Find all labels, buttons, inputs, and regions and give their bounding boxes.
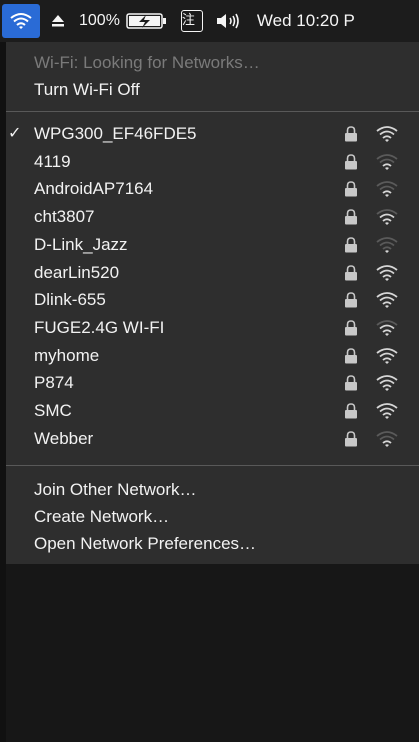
menu-separator bbox=[6, 111, 419, 112]
lock-icon bbox=[345, 153, 357, 170]
wifi-signal-icon bbox=[376, 292, 398, 309]
lock-icon bbox=[345, 320, 357, 336]
network-name: WPG300_EF46FDE5 bbox=[34, 124, 197, 143]
wifi-signal-icon bbox=[376, 347, 398, 364]
network-item[interactable]: 4119 bbox=[6, 148, 419, 175]
network-item[interactable]: myhome bbox=[6, 342, 419, 369]
lock-icon bbox=[345, 126, 357, 142]
lock-icon bbox=[345, 430, 357, 447]
network-name: dearLin520 bbox=[34, 262, 120, 282]
battery-charging-icon[interactable] bbox=[126, 12, 168, 30]
lock-icon bbox=[345, 375, 357, 391]
network-item[interactable]: dearLin520 bbox=[6, 259, 419, 286]
network-item[interactable]: FUGE2.4G WI-FI bbox=[6, 314, 419, 341]
open-network-preferences-item[interactable]: Open Network Preferences… bbox=[6, 530, 419, 557]
create-network-item[interactable]: Create Network… bbox=[6, 503, 419, 530]
turn-wifi-off-item[interactable]: Turn Wi-Fi Off bbox=[6, 76, 419, 103]
wifi-status-label: Wi-Fi: Looking for Networks… bbox=[34, 53, 260, 72]
wifi-signal-icon bbox=[376, 403, 398, 419]
network-item[interactable]: D-Link_Jazz bbox=[6, 231, 419, 258]
join-other-network-item[interactable]: Join Other Network… bbox=[6, 476, 419, 503]
network-name: SMC bbox=[34, 401, 72, 420]
lock-icon bbox=[345, 236, 357, 253]
wifi-signal-icon bbox=[376, 375, 398, 392]
wifi-dropdown-menu: Wi-Fi: Looking for Networks… Turn Wi-Fi … bbox=[6, 42, 419, 564]
network-name: AndroidAP7164 bbox=[34, 179, 154, 199]
wifi-signal-icon bbox=[376, 209, 398, 226]
wifi-signal-icon bbox=[376, 126, 398, 142]
clock[interactable]: Wed 10:20 P bbox=[257, 11, 355, 31]
wifi-signal-icon bbox=[376, 319, 398, 336]
network-name: Webber bbox=[34, 428, 94, 448]
lock-icon bbox=[345, 292, 357, 308]
network-name: cht3807 bbox=[34, 207, 95, 227]
checkmark-icon: ✓ bbox=[8, 125, 22, 142]
wifi-menu-extra[interactable] bbox=[2, 4, 40, 38]
lock-icon bbox=[345, 181, 357, 197]
lock-icon bbox=[345, 264, 357, 280]
turn-wifi-off-label: Turn Wi-Fi Off bbox=[34, 80, 140, 99]
network-name: D-Link_Jazz bbox=[34, 234, 128, 254]
network-item[interactable]: AndroidAP7164 bbox=[6, 175, 419, 202]
create-network-label: Create Network… bbox=[34, 507, 170, 526]
battery-percent: 100% bbox=[79, 12, 120, 29]
open-network-preferences-label: Open Network Preferences… bbox=[34, 534, 257, 553]
network-name: P874 bbox=[34, 373, 74, 393]
volume-icon[interactable] bbox=[215, 12, 247, 30]
menu-separator bbox=[6, 465, 419, 466]
lock-icon bbox=[345, 403, 357, 419]
wifi-signal-icon bbox=[376, 181, 398, 198]
wifi-signal-icon bbox=[376, 153, 398, 170]
network-item[interactable]: Dlink-655 bbox=[6, 286, 419, 313]
menu-bar: 100% 注 Wed 10:20 P bbox=[0, 0, 419, 42]
network-item[interactable]: SMC bbox=[6, 397, 419, 424]
network-name: 4119 bbox=[34, 151, 71, 171]
lock-icon bbox=[345, 347, 357, 364]
network-item[interactable]: ✓ WPG300_EF46FDE5 bbox=[6, 120, 419, 147]
background-area bbox=[6, 564, 419, 742]
wifi-signal-icon bbox=[376, 430, 398, 447]
network-item[interactable]: cht3807 bbox=[6, 203, 419, 230]
wifi-icon bbox=[10, 13, 32, 29]
input-method-indicator[interactable]: 注 bbox=[180, 10, 203, 32]
wifi-signal-icon bbox=[376, 264, 398, 281]
network-name: Dlink-655 bbox=[34, 290, 106, 310]
network-item[interactable]: P874 bbox=[6, 369, 419, 396]
lock-icon bbox=[345, 209, 357, 225]
network-name: myhome bbox=[34, 345, 100, 365]
network-item[interactable]: Webber bbox=[6, 425, 419, 452]
wifi-signal-icon bbox=[376, 236, 398, 253]
wifi-status: Wi-Fi: Looking for Networks… bbox=[6, 49, 419, 76]
join-other-network-label: Join Other Network… bbox=[34, 480, 197, 499]
eject-icon[interactable] bbox=[50, 13, 66, 29]
network-name: FUGE2.4G WI-FI bbox=[34, 317, 165, 337]
